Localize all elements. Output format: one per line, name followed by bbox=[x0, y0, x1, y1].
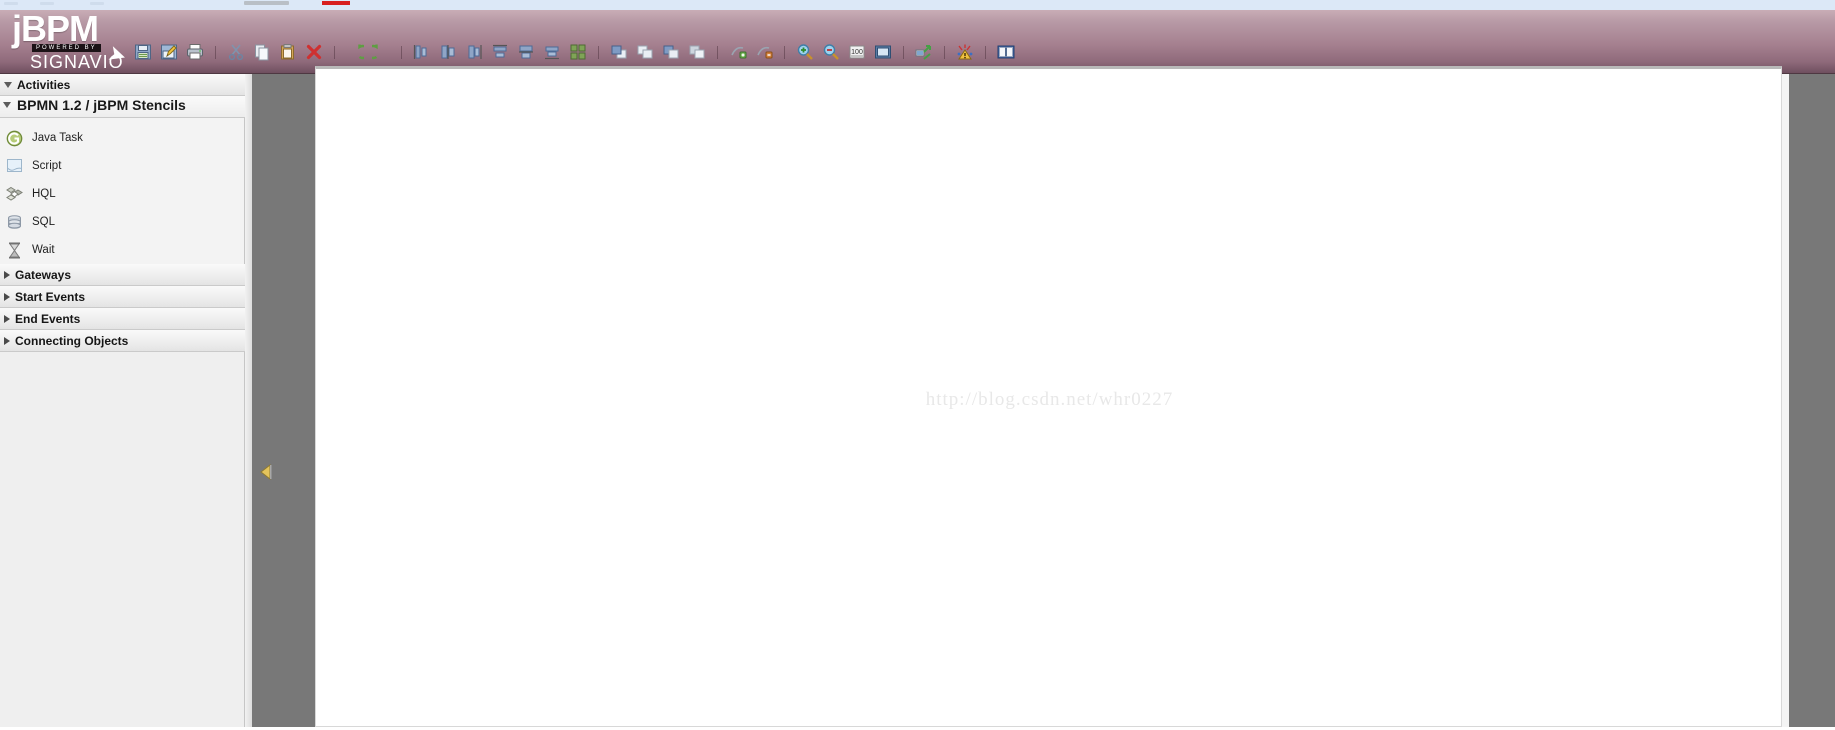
browser-chrome-strip bbox=[0, 0, 1835, 10]
stencil-item-java-task[interactable]: Java Task bbox=[0, 124, 244, 152]
align-middle-icon[interactable] bbox=[515, 41, 537, 63]
hql-icon bbox=[4, 184, 24, 204]
stencil-item-label: HQL bbox=[32, 188, 56, 200]
send-to-back-icon[interactable] bbox=[686, 41, 708, 63]
logo-powered-by: POWERED BY bbox=[32, 44, 101, 52]
logo-main-text: jBPM bbox=[12, 8, 99, 49]
zoom-standard-icon[interactable]: 100 bbox=[846, 41, 868, 63]
zoom-out-icon[interactable] bbox=[820, 41, 842, 63]
watermark-text: http://blog.csdn.net/whr0227 bbox=[925, 388, 1174, 410]
sql-icon bbox=[4, 212, 24, 232]
delete-icon[interactable] bbox=[303, 41, 325, 63]
toolbar-separator bbox=[944, 45, 945, 59]
toolbar-separator bbox=[717, 45, 718, 59]
align-bottom-icon[interactable] bbox=[541, 41, 563, 63]
java-task-icon bbox=[4, 128, 24, 148]
remove-docker-icon[interactable] bbox=[753, 41, 775, 63]
deploy-icon[interactable] bbox=[913, 41, 935, 63]
send-backward-icon[interactable] bbox=[660, 41, 682, 63]
canvas-right-gutter bbox=[1789, 74, 1835, 727]
align-right-icon[interactable] bbox=[463, 41, 485, 63]
stencil-item-hql[interactable]: HQL bbox=[0, 180, 244, 208]
stencil-group-header-connecting-objects[interactable]: Connecting Objects bbox=[0, 330, 245, 352]
align-center-icon[interactable] bbox=[437, 41, 459, 63]
save-as-icon[interactable] bbox=[158, 41, 180, 63]
script-icon bbox=[4, 156, 24, 176]
cut-icon[interactable] bbox=[225, 41, 247, 63]
svg-text:100: 100 bbox=[851, 49, 863, 56]
align-left-icon[interactable] bbox=[411, 41, 433, 63]
zoom-fit-icon[interactable] bbox=[872, 41, 894, 63]
stencil-group-header-start-events[interactable]: Start Events bbox=[0, 286, 245, 308]
stencil-group-label: Start Events bbox=[15, 289, 86, 304]
syntax-check-icon[interactable] bbox=[954, 41, 976, 63]
stencil-item-label: Script bbox=[32, 160, 62, 172]
browser-chrome-ghost bbox=[40, 2, 54, 5]
canvas-right-scroll-edge[interactable] bbox=[1782, 74, 1789, 727]
canvas-left-scroll-edge[interactable] bbox=[245, 74, 252, 727]
stencil-item-label: Wait bbox=[32, 244, 55, 256]
stencil-item-label: SQL bbox=[32, 216, 56, 228]
stencil-group-header-gateways[interactable]: Gateways bbox=[0, 264, 245, 286]
stencil-group-label: End Events bbox=[15, 311, 81, 326]
chevron-right-icon bbox=[4, 270, 10, 279]
collapse-left-icon[interactable] bbox=[259, 462, 273, 482]
toolbar-separator bbox=[401, 45, 402, 59]
stencil-item-sql[interactable]: SQL bbox=[0, 208, 244, 236]
swoosh-icon: ➤ bbox=[104, 39, 131, 70]
app-header-bar: jBPM POWERED BY SIGNAVIO ➤ 100 bbox=[0, 10, 1835, 74]
add-docker-icon[interactable] bbox=[727, 41, 749, 63]
stencil-group-body: TaskJava TaskScriptHQLSQLWait bbox=[0, 96, 244, 264]
jbpm-signavio-logo: jBPM POWERED BY SIGNAVIO ➤ bbox=[12, 8, 130, 74]
stencil-group-label: Connecting Objects bbox=[15, 333, 129, 348]
stencil-group-header-activities[interactable]: Activities bbox=[0, 74, 245, 96]
browser-active-tab-indicator[interactable] bbox=[322, 1, 350, 5]
stencil-item-wait[interactable]: Wait bbox=[0, 236, 244, 264]
chevron-right-icon bbox=[4, 314, 10, 323]
stencil-set-label: BPMN 1.2 / jBPM Stencils bbox=[17, 96, 186, 113]
toolbar-separator bbox=[334, 45, 335, 59]
toolbar-separator bbox=[215, 45, 216, 59]
shape-repository-panel: Shape Repository « BPMN 1.2 / jBPM Stenc… bbox=[0, 74, 245, 727]
stencil-item-label: Java Task bbox=[32, 132, 83, 144]
diagram-canvas[interactable]: http://blog.csdn.net/whr0227 bbox=[315, 66, 1782, 727]
toolbar-separator bbox=[985, 45, 986, 59]
stencil-item-script[interactable]: Script bbox=[0, 152, 244, 180]
undo-icon[interactable] bbox=[344, 41, 366, 63]
stencil-group-header-end-events[interactable]: End Events bbox=[0, 308, 245, 330]
toolbar-separator bbox=[598, 45, 599, 59]
redo-icon[interactable] bbox=[370, 41, 392, 63]
browser-tab-blob[interactable] bbox=[244, 1, 289, 5]
align-same-size-icon[interactable] bbox=[567, 41, 589, 63]
wait-icon bbox=[4, 240, 24, 260]
bring-to-front-icon[interactable] bbox=[608, 41, 630, 63]
align-top-icon[interactable] bbox=[489, 41, 511, 63]
copy-icon[interactable] bbox=[251, 41, 273, 63]
chevron-right-icon bbox=[4, 336, 10, 345]
stencil-group-label: Gateways bbox=[15, 267, 72, 282]
toolbar-separator bbox=[784, 45, 785, 59]
chevron-right-icon bbox=[4, 292, 10, 301]
stencil-group-label: Activities bbox=[17, 77, 71, 92]
toolbar-separator bbox=[903, 45, 904, 59]
paste-icon[interactable] bbox=[277, 41, 299, 63]
bring-forward-icon[interactable] bbox=[634, 41, 656, 63]
chevron-down-icon bbox=[3, 101, 11, 108]
zoom-in-icon[interactable] bbox=[794, 41, 816, 63]
browser-chrome-ghost bbox=[90, 2, 104, 5]
print-icon[interactable] bbox=[184, 41, 206, 63]
save-icon[interactable] bbox=[132, 41, 154, 63]
documentation-icon[interactable] bbox=[995, 41, 1017, 63]
chevron-down-icon bbox=[4, 81, 12, 88]
canvas-left-gutter bbox=[252, 74, 315, 727]
browser-chrome-ghost bbox=[4, 2, 18, 5]
